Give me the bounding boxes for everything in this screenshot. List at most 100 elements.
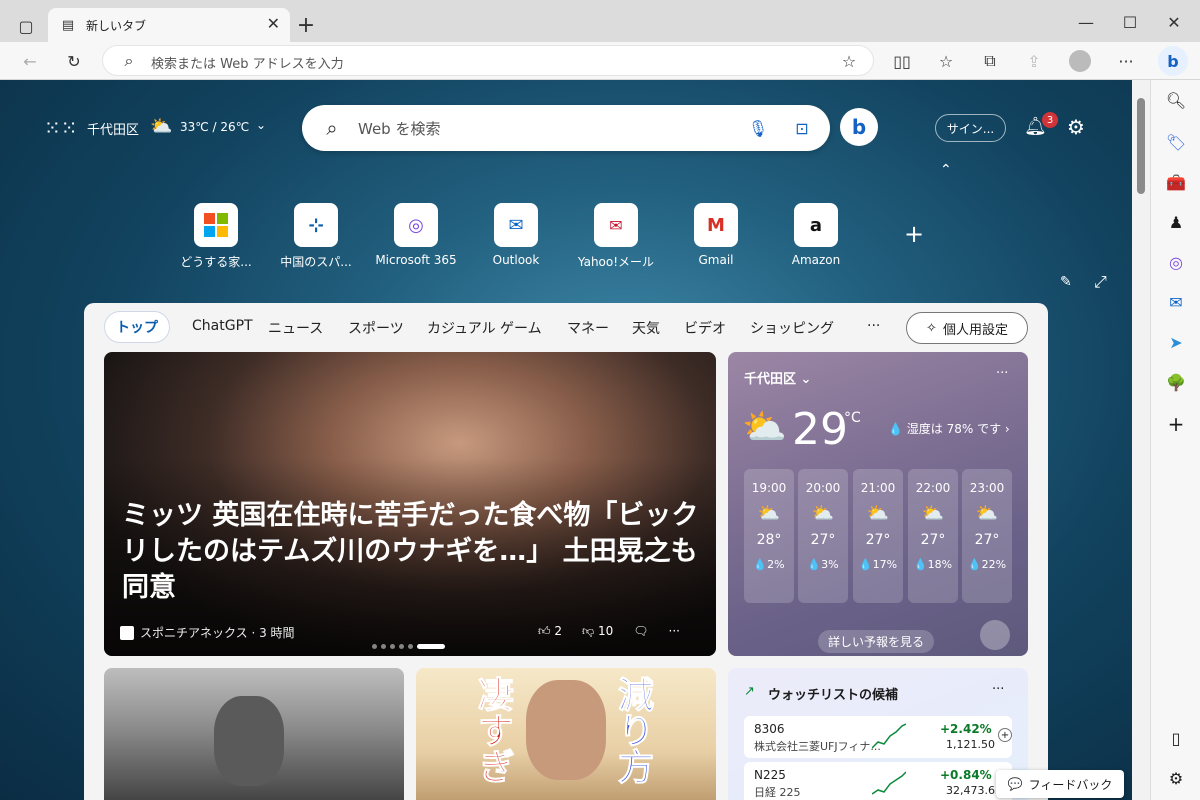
watchlist-card[interactable]: ↗ ウォッチリストの候補 ··· 8306 株式会社三菱UFJフィナ... +2… — [728, 668, 1028, 800]
feed-tab-weather[interactable]: 天気 — [632, 318, 660, 338]
feed-tab-top[interactable]: トップ — [104, 311, 170, 343]
sidebar-search-icon[interactable]: 🔍︎ — [1164, 88, 1188, 112]
header-location[interactable]: 千代田区 — [87, 119, 139, 138]
collections-icon[interactable]: ⧉ — [978, 49, 1002, 73]
close-window-icon[interactable]: ✕ — [1162, 10, 1186, 34]
sidebar-microsoft365-icon[interactable]: ◎ — [1164, 250, 1188, 274]
publisher-logo-icon — [120, 625, 134, 640]
share-icon[interactable]: ⇪ — [1022, 49, 1046, 73]
hourly-forecast[interactable]: 23:00 ⛅ 27° 💧22% — [962, 469, 1012, 603]
stock-row[interactable]: 8306 株式会社三菱UFJフィナ... +2.42% 1,121.50 + — [744, 716, 1012, 758]
hourly-forecast[interactable]: 19:00 ⛅ 28° 💧2% — [744, 469, 794, 603]
collapse-chevron-up-icon[interactable]: ⌃ — [940, 162, 952, 178]
article-card-photo[interactable] — [104, 668, 404, 800]
cloudy-moon-icon: ⛅ — [811, 503, 835, 524]
sidebar-shopping-tag-icon[interactable]: 🏷 — [1164, 130, 1188, 154]
maximize-icon[interactable]: ☐ — [1118, 10, 1142, 34]
cloudy-moon-icon: ⛅ — [975, 503, 999, 524]
weather-location[interactable]: 千代田区 ⌄ — [744, 368, 811, 387]
sidebar-hide-icon[interactable]: ▯ — [1164, 726, 1188, 750]
feed-tab-casual-games[interactable]: カジュアル ゲーム — [427, 318, 542, 338]
bing-copilot-icon[interactable]: b — [1158, 46, 1188, 76]
like-button[interactable]: 👍︎ 2 — [538, 624, 562, 639]
add-watchlist-icon[interactable]: + — [998, 728, 1012, 742]
article-card-video[interactable]: 凄すぎ 減り方 — [416, 668, 716, 800]
expand-icon[interactable]: ⤢ — [1094, 272, 1107, 292]
feed-tab-chatgpt[interactable]: ChatGPT — [192, 318, 253, 334]
stock-row[interactable]: N225 日経 225 +0.84% 32,473.65 — [744, 762, 1012, 800]
personalize-button[interactable]: ✧ 個人用設定 — [906, 312, 1028, 344]
feed-tab-money[interactable]: マネー — [567, 318, 609, 338]
back-icon[interactable]: ← — [18, 49, 42, 73]
visual-search-icon[interactable]: ⊡ — [790, 116, 814, 140]
quick-link[interactable]: a Amazon — [766, 203, 866, 267]
microphone-icon[interactable]: 🎙 — [746, 116, 770, 140]
sidebar-tools-icon[interactable]: 🧰 — [1164, 170, 1188, 194]
new-tab-plus-icon[interactable]: + — [294, 13, 318, 38]
browser-tab[interactable]: ▤ 新しいタブ ✕ — [48, 8, 290, 42]
add-quick-link-plus-icon[interactable]: + — [904, 220, 924, 248]
tab-actions-icon[interactable]: ▢ — [14, 14, 38, 38]
address-bar[interactable]: ⌕ 検索または Web アドレスを入力 ☆ — [102, 45, 874, 76]
new-tab-icon: ▤ — [61, 17, 75, 33]
hero-headline[interactable]: ミッツ 英国在住時に苦手だった食べ物「ビックリしたのはテムズ川のウナギを…」 土… — [122, 498, 702, 606]
partly-cloudy-icon: ⛅ — [150, 116, 173, 137]
favorites-icon[interactable]: ☆ — [934, 49, 958, 73]
sidebar-tree-icon[interactable]: 🌳 — [1164, 370, 1188, 394]
feed-tab-news[interactable]: ニュース — [268, 318, 323, 338]
quick-link[interactable]: ✉ Yahoo!メール — [566, 203, 666, 270]
hero-actions: 👍︎ 2 👎︎ 10 🗨 ··· — [538, 624, 680, 639]
settings-gear-icon[interactable]: ⚙ — [1067, 115, 1085, 139]
weather-card[interactable]: 千代田区 ⌄ ··· ⛅ 29 °C 💧 湿度は 78% です › 19:00 ⛅… — [728, 352, 1028, 656]
feed-tab-shopping[interactable]: ショッピング — [750, 318, 834, 338]
comment-icon[interactable]: 🗨 — [633, 624, 648, 639]
detailed-forecast-link[interactable]: 詳しい予報を見る — [818, 630, 935, 653]
quick-link[interactable]: どうする家... — [166, 203, 266, 270]
dislike-button[interactable]: 👎︎ 10 — [582, 624, 613, 639]
hero-article-card[interactable]: ミッツ 英国在住時に苦手だった食べ物「ビックリしたのはテムズ川のウナギを…」 土… — [104, 352, 716, 656]
watchlist-more-icon[interactable]: ··· — [992, 682, 1004, 697]
more-menu-icon[interactable]: ··· — [1114, 49, 1138, 73]
sidebar-add-icon[interactable]: + — [1164, 412, 1188, 436]
feed-tab-video[interactable]: ビデオ — [684, 318, 726, 338]
person-image — [526, 680, 606, 780]
edit-background-icon[interactable]: ✎ — [1060, 274, 1072, 290]
favorite-star-icon[interactable]: ☆ — [837, 49, 861, 73]
refresh-icon[interactable]: ↻ — [62, 49, 86, 73]
sidebar-settings-gear-icon[interactable]: ⚙ — [1164, 766, 1188, 790]
carousel-dots[interactable] — [372, 644, 445, 649]
feed-tab-sports[interactable]: スポーツ — [348, 318, 404, 338]
card2-left-text: 凄すぎ — [472, 676, 514, 785]
quick-link[interactable]: M Gmail — [666, 203, 766, 267]
page-scrollbar[interactable] — [1132, 80, 1150, 800]
feed-more-icon[interactable]: ··· — [867, 318, 880, 334]
microsoft-logo-icon — [194, 203, 238, 247]
web-search-box[interactable]: ⌕ Web を検索 🎙 ⊡ — [302, 105, 830, 151]
sidebar-send-icon[interactable]: ➤ — [1164, 330, 1188, 354]
hero-source: スポニチアネックス · 3 時間 — [120, 624, 295, 641]
chevron-down-icon[interactable]: ⌄ — [256, 118, 266, 132]
bing-chat-icon[interactable]: b — [840, 108, 878, 146]
feedback-button[interactable]: 💬 フィードバック — [996, 770, 1124, 798]
gmail-icon: M — [694, 203, 738, 247]
quick-link[interactable]: ⊹ 中国のスパ... — [266, 203, 366, 270]
apps-grid-icon[interactable]: ⁙⁙ — [44, 116, 78, 140]
quick-link[interactable]: ◎ Microsoft 365 — [366, 203, 466, 267]
hourly-forecast[interactable]: 21:00 ⛅ 27° 💧17% — [853, 469, 903, 603]
weather-more-icon[interactable]: ··· — [996, 366, 1008, 381]
split-screen-icon[interactable]: ▯▯ — [890, 49, 914, 73]
weather-assistant-icon[interactable] — [980, 620, 1010, 650]
scroll-thumb[interactable] — [1137, 98, 1145, 194]
hourly-forecast[interactable]: 20:00 ⛅ 27° 💧3% — [798, 469, 848, 603]
signin-button[interactable]: サイン... — [935, 114, 1006, 142]
minimize-icon[interactable]: — — [1074, 10, 1098, 34]
sidebar-games-icon[interactable]: ♟ — [1164, 210, 1188, 234]
hourly-forecast[interactable]: 22:00 ⛅ 27° 💧18% — [908, 469, 958, 603]
sidebar-outlook-icon[interactable]: ✉ — [1164, 290, 1188, 314]
header-weather[interactable]: 33℃ / 26℃ — [180, 120, 249, 134]
more-options-icon[interactable]: ··· — [669, 624, 680, 639]
weather-humidity[interactable]: 💧 湿度は 78% です › — [888, 420, 1010, 437]
tab-close-icon[interactable]: ✕ — [267, 14, 280, 33]
profile-avatar[interactable] — [1068, 49, 1092, 73]
quick-link[interactable]: ✉ Outlook — [466, 203, 566, 267]
